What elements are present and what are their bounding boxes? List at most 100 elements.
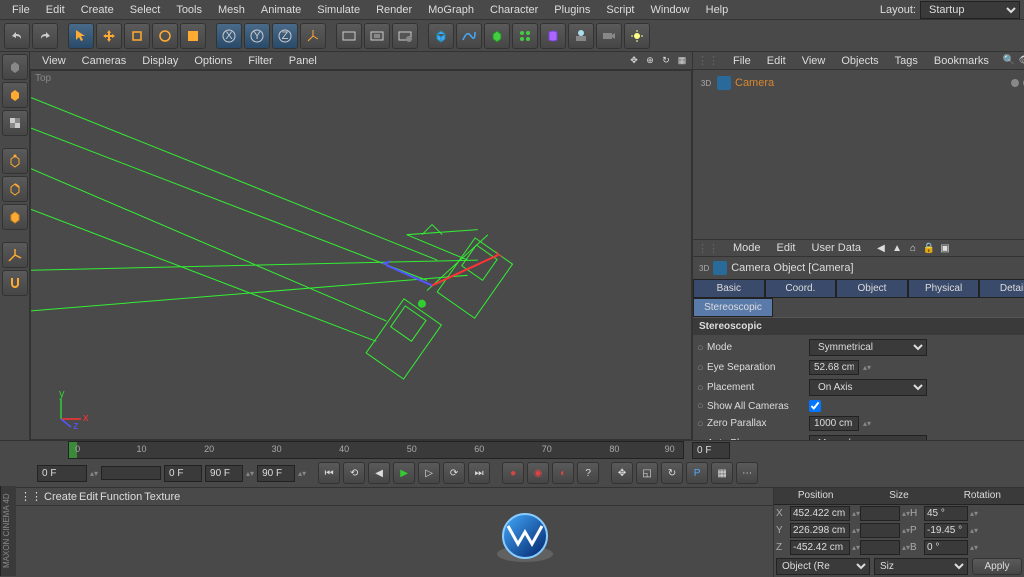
menu-tools[interactable]: Tools (168, 2, 210, 18)
pos-x-field[interactable] (790, 506, 850, 521)
redo-button[interactable] (32, 23, 58, 49)
timeline-ruler[interactable]: 0 10 20 30 40 50 60 70 80 90 (68, 441, 684, 459)
menu-mesh[interactable]: Mesh (210, 2, 253, 18)
add-nurbs[interactable] (484, 23, 510, 49)
field-placement[interactable]: On Axis (809, 379, 927, 396)
menu-plugins[interactable]: Plugins (546, 2, 598, 18)
menu-window[interactable]: Window (643, 2, 698, 18)
obj-menu-bookmarks[interactable]: Bookmarks (928, 53, 995, 69)
rot-p-field[interactable] (924, 523, 968, 538)
tab-coord[interactable]: Coord. (765, 279, 837, 298)
vp-zoom-icon[interactable]: ⊕ (644, 55, 656, 67)
add-camera[interactable] (596, 23, 622, 49)
coord-mode-select[interactable]: Object (Re (776, 558, 870, 575)
y-axis-lock[interactable]: Y (244, 23, 270, 49)
goto-end-button[interactable]: ⏭ (468, 462, 490, 484)
point-mode[interactable] (2, 148, 28, 174)
vp-layout-icon[interactable]: ▦ (676, 55, 688, 67)
field-zero-parallax[interactable] (809, 416, 859, 431)
viewport-3d[interactable]: Top (30, 70, 692, 440)
menu-file[interactable]: File (4, 2, 38, 18)
goto-start-button[interactable]: ⏮ (318, 462, 340, 484)
mat-menu-function[interactable]: Function (100, 491, 142, 503)
apply-button[interactable]: Apply (972, 558, 1022, 575)
key-rot-button[interactable]: ↻ (661, 462, 683, 484)
object-name[interactable]: Camera (735, 77, 774, 89)
vp-menu-options[interactable]: Options (186, 53, 240, 69)
make-editable[interactable] (2, 54, 28, 80)
menu-script[interactable]: Script (598, 2, 642, 18)
key-scale-button[interactable]: ◱ (636, 462, 658, 484)
grip-icon[interactable]: ⋮⋮ (697, 242, 719, 255)
play-button[interactable]: ▶ (393, 462, 415, 484)
vp-menu-display[interactable]: Display (134, 53, 186, 69)
attr-menu-userdata[interactable]: User Data (806, 240, 868, 256)
x-axis-lock[interactable]: X (216, 23, 242, 49)
cur-frame-field[interactable] (164, 465, 202, 482)
autokey-button[interactable]: ◉ (527, 462, 549, 484)
eye-icon[interactable]: 👁 (1019, 55, 1024, 67)
end-frame-field[interactable] (205, 465, 243, 482)
menu-help[interactable]: Help (698, 2, 737, 18)
vp-pan-icon[interactable]: ✥ (628, 55, 640, 67)
layout-select[interactable]: Startup (920, 1, 1020, 19)
render-settings[interactable] (392, 23, 418, 49)
z-axis-lock[interactable]: Z (272, 23, 298, 49)
tab-details[interactable]: Details (979, 279, 1024, 298)
add-environment[interactable] (568, 23, 594, 49)
attr-menu-edit[interactable]: Edit (771, 240, 802, 256)
edge-mode[interactable] (2, 176, 28, 202)
menu-character[interactable]: Character (482, 2, 546, 18)
menu-mograph[interactable]: MoGraph (420, 2, 482, 18)
start-frame-field[interactable] (37, 465, 87, 482)
key-options-button[interactable]: ⋯ (736, 462, 758, 484)
menu-select[interactable]: Select (122, 2, 169, 18)
scale-tool[interactable] (124, 23, 150, 49)
snap-toggle[interactable] (2, 270, 28, 296)
size-y-field[interactable] (860, 523, 900, 538)
vp-menu-view[interactable]: View (34, 53, 74, 69)
vp-rotate-icon[interactable]: ↻ (660, 55, 672, 67)
pos-y-field[interactable] (790, 523, 850, 538)
field-auto-planes[interactable]: Manual (809, 435, 927, 440)
pos-z-field[interactable] (790, 540, 850, 555)
grip-icon[interactable]: ⋮⋮ (697, 54, 719, 67)
axis-mode[interactable] (2, 242, 28, 268)
end2-frame-field[interactable] (257, 465, 295, 482)
undo-button[interactable] (4, 23, 30, 49)
tab-object[interactable]: Object (836, 279, 908, 298)
tab-physical[interactable]: Physical (908, 279, 980, 298)
add-light[interactable] (624, 23, 650, 49)
move-tool[interactable] (96, 23, 122, 49)
frame-display[interactable] (692, 442, 730, 459)
add-cube[interactable] (428, 23, 454, 49)
search-icon[interactable]: 🔍 (1003, 55, 1015, 67)
select-tool[interactable] (68, 23, 94, 49)
mat-menu-texture[interactable]: Texture (144, 491, 180, 503)
prev-key-button[interactable]: ⟲ (343, 462, 365, 484)
rotate-tool[interactable] (152, 23, 178, 49)
new-window-icon[interactable]: ▣ (939, 242, 951, 254)
add-array[interactable] (512, 23, 538, 49)
field-eye-separation[interactable] (809, 360, 859, 375)
key-pos-button[interactable]: ✥ (611, 462, 633, 484)
vp-menu-panel[interactable]: Panel (281, 53, 325, 69)
object-tree[interactable]: 3D Camera (693, 70, 1024, 240)
field-mode[interactable]: Symmetrical (809, 339, 927, 356)
add-deformer[interactable] (540, 23, 566, 49)
menu-simulate[interactable]: Simulate (309, 2, 368, 18)
object-row-camera[interactable]: 3D Camera (697, 74, 1024, 92)
tab-stereoscopic[interactable]: Stereoscopic (693, 298, 773, 317)
obj-menu-edit[interactable]: Edit (761, 53, 792, 69)
field-show-all-cameras[interactable] (809, 400, 821, 412)
mat-menu-create[interactable]: Create (44, 491, 77, 503)
size-mode-select[interactable]: Siz (874, 558, 968, 575)
rot-h-field[interactable] (924, 506, 968, 521)
polygon-mode[interactable] (2, 204, 28, 230)
help-button[interactable]: ? (577, 462, 599, 484)
obj-menu-objects[interactable]: Objects (835, 53, 884, 69)
render-region[interactable] (364, 23, 390, 49)
menu-edit[interactable]: Edit (38, 2, 73, 18)
vp-menu-cameras[interactable]: Cameras (74, 53, 135, 69)
mat-menu-edit[interactable]: Edit (79, 491, 98, 503)
